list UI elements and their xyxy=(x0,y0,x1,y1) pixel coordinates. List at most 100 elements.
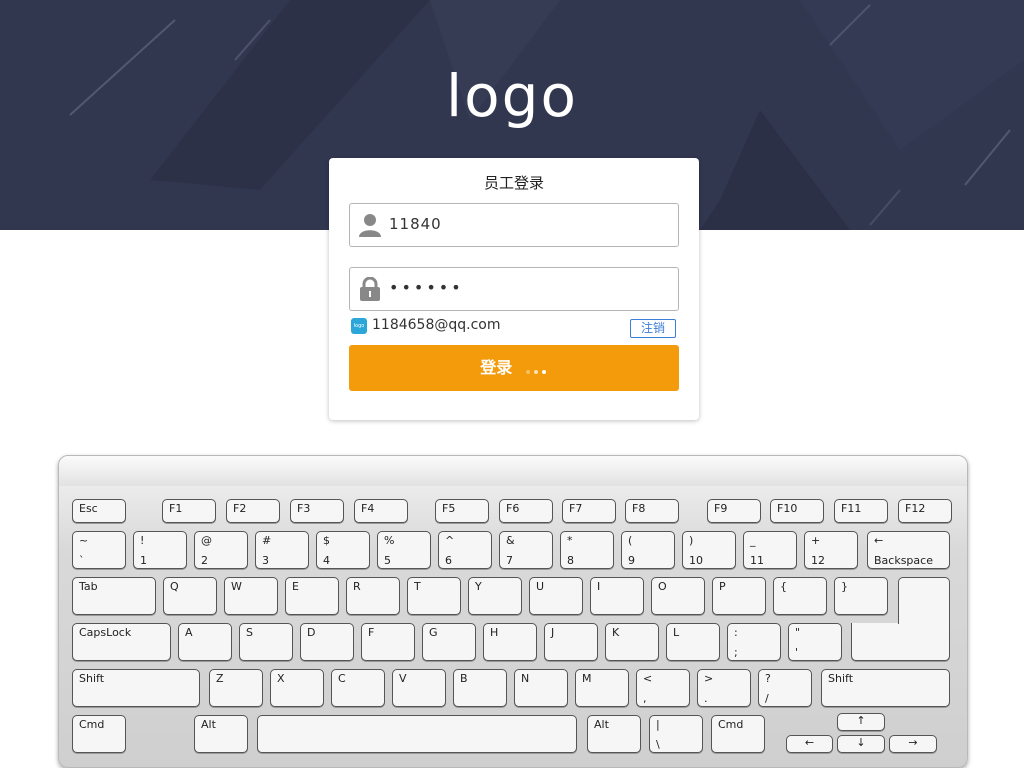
key-shift-left[interactable]: Shift xyxy=(72,669,200,707)
key-space[interactable] xyxy=(257,715,577,753)
username-field[interactable]: 11840 xyxy=(349,203,679,247)
key-y[interactable]: Y xyxy=(468,577,522,615)
key-m[interactable]: M xyxy=(575,669,629,707)
key-w[interactable]: W xyxy=(224,577,278,615)
key-label: V xyxy=(399,672,407,685)
key-f11[interactable]: F11 xyxy=(834,499,888,523)
key-5[interactable]: % 5 xyxy=(377,531,431,569)
key-label: Shift xyxy=(828,672,854,685)
key-rbrace[interactable]: } xyxy=(834,577,888,615)
key-h[interactable]: H xyxy=(483,623,537,661)
key-9[interactable]: (9 xyxy=(621,531,675,569)
key-slash[interactable]: ? / xyxy=(758,669,812,707)
key-arrow-left[interactable]: ← xyxy=(786,735,833,753)
key-arrow-down[interactable]: ↓ xyxy=(837,735,885,753)
login-button[interactable]: 登录 xyxy=(349,345,679,391)
key-f1[interactable]: F1 xyxy=(162,499,216,523)
key-6[interactable]: ^ 6 xyxy=(438,531,492,569)
key-arrow-up[interactable]: ↑ xyxy=(837,713,885,731)
key-s[interactable]: S xyxy=(239,623,293,661)
key-2[interactable]: @2 xyxy=(194,531,248,569)
key-f12[interactable]: F12 xyxy=(898,499,952,523)
key-pipe[interactable]: | \ xyxy=(649,715,703,753)
key-f6[interactable]: F6 xyxy=(499,499,553,523)
key-r[interactable]: R xyxy=(346,577,400,615)
key-t[interactable]: T xyxy=(407,577,461,615)
key-x[interactable]: X xyxy=(270,669,324,707)
key-j[interactable]: J xyxy=(544,623,598,661)
key-b[interactable]: B xyxy=(453,669,507,707)
key-label: → xyxy=(908,736,918,749)
key-sublabel: Backspace xyxy=(874,554,933,567)
key-l[interactable]: L xyxy=(666,623,720,661)
key-o[interactable]: O xyxy=(651,577,705,615)
key-shift-right[interactable]: Shift xyxy=(821,669,950,707)
key-label: L xyxy=(673,626,680,639)
key-f10[interactable]: F10 xyxy=(770,499,824,523)
key-k[interactable]: K xyxy=(605,623,659,661)
key-7[interactable]: & 7 xyxy=(499,531,553,569)
key-i[interactable]: I xyxy=(590,577,644,615)
key-3[interactable]: #3 xyxy=(255,531,309,569)
key-label: T xyxy=(414,580,421,593)
key-e[interactable]: E xyxy=(285,577,339,615)
logout-button[interactable]: 注销 xyxy=(630,319,676,338)
key-tilde[interactable]: ~ ` xyxy=(72,531,126,569)
key-esc[interactable]: Esc xyxy=(72,499,126,523)
key-f5[interactable]: F5 xyxy=(435,499,489,523)
key-cmd-left[interactable]: Cmd xyxy=(72,715,126,753)
key-alt-left[interactable]: Alt xyxy=(194,715,248,753)
key-label: G xyxy=(429,626,438,639)
key-period[interactable]: >. xyxy=(697,669,751,707)
key-tab[interactable]: Tab xyxy=(72,577,156,615)
key-lbrace[interactable]: { xyxy=(773,577,827,615)
key-sublabel: / xyxy=(765,692,769,705)
key-alt-right[interactable]: Alt xyxy=(587,715,641,753)
key-10[interactable]: ) 10 xyxy=(682,531,736,569)
key-p[interactable]: P xyxy=(712,577,766,615)
key-label: ) xyxy=(689,534,694,547)
key-n[interactable]: N xyxy=(514,669,568,707)
key-semicolon[interactable]: :; xyxy=(727,623,781,661)
key-arrow-right[interactable]: → xyxy=(889,735,937,753)
key-f7[interactable]: F7 xyxy=(562,499,616,523)
key-f9[interactable]: F9 xyxy=(707,499,761,523)
key-4[interactable]: $4 xyxy=(316,531,370,569)
key-f2[interactable]: F2 xyxy=(226,499,280,523)
key-1[interactable]: ! 1 xyxy=(133,531,187,569)
logo-text: logo xyxy=(446,62,578,130)
key-f8[interactable]: F8 xyxy=(625,499,679,523)
key-enter[interactable] xyxy=(898,577,950,624)
key-8[interactable]: * 8 xyxy=(560,531,614,569)
key-d[interactable]: D xyxy=(300,623,354,661)
key-a[interactable]: A xyxy=(178,623,232,661)
lock-icon xyxy=(360,277,380,301)
key-g[interactable]: G xyxy=(422,623,476,661)
key-11[interactable]: _ 11 xyxy=(743,531,797,569)
key-z[interactable]: Z xyxy=(209,669,263,707)
key-cmd-right[interactable]: Cmd xyxy=(711,715,765,753)
key-f3[interactable]: F3 xyxy=(290,499,344,523)
key-v[interactable]: V xyxy=(392,669,446,707)
key-enter-lower[interactable] xyxy=(851,623,950,661)
key-label: D xyxy=(307,626,316,639)
key-label: | xyxy=(656,718,660,731)
key-c[interactable]: C xyxy=(331,669,385,707)
login-card: 员工登录 11840 •••••• logo 1184658@qq.com 注销… xyxy=(329,158,699,420)
key-label: P xyxy=(719,580,726,593)
key-u[interactable]: U xyxy=(529,577,583,615)
key-q[interactable]: Q xyxy=(163,577,217,615)
key-f[interactable]: F xyxy=(361,623,415,661)
key-label: R xyxy=(353,580,361,593)
key-label: B xyxy=(460,672,468,685)
key-capslock[interactable]: CapsLock xyxy=(72,623,171,661)
key-label: Cmd xyxy=(79,718,105,731)
key-f4[interactable]: F4 xyxy=(354,499,408,523)
key-label: F11 xyxy=(841,502,862,515)
key-backspace[interactable]: ← Backspace xyxy=(867,531,950,569)
key-comma[interactable]: <, xyxy=(636,669,690,707)
key-12[interactable]: +12 xyxy=(804,531,858,569)
key-quote[interactable]: " ' xyxy=(788,623,842,661)
password-field[interactable]: •••••• xyxy=(349,267,679,311)
key-sublabel: 8 xyxy=(567,554,574,567)
